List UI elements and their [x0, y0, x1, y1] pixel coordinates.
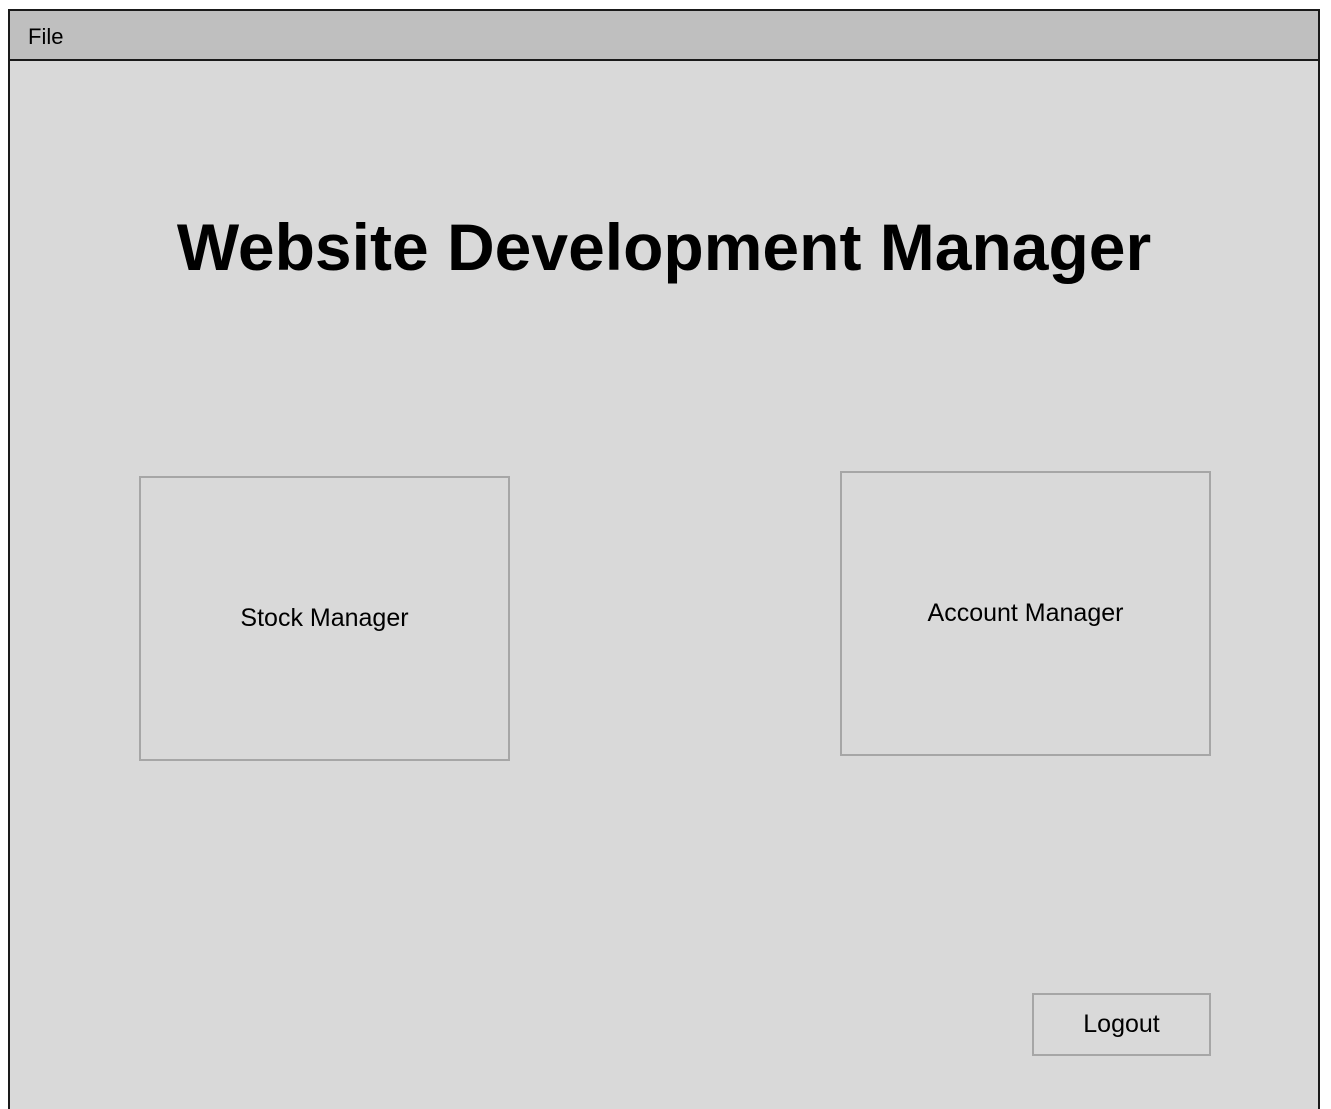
logout-button[interactable]: Logout: [1032, 993, 1211, 1056]
app-window: File Website Development Manager Stock M…: [8, 9, 1320, 1109]
menu-bar: File: [10, 11, 1318, 61]
page-title: Website Development Manager: [176, 210, 1152, 284]
account-manager-label: Account Manager: [927, 599, 1124, 627]
stock-manager-label: Stock Manager: [240, 604, 409, 632]
account-manager-button[interactable]: Account Manager: [840, 471, 1211, 756]
stock-manager-button[interactable]: Stock Manager: [139, 476, 510, 761]
menu-item-file[interactable]: File: [28, 24, 63, 50]
logout-label: Logout: [1083, 1010, 1160, 1038]
